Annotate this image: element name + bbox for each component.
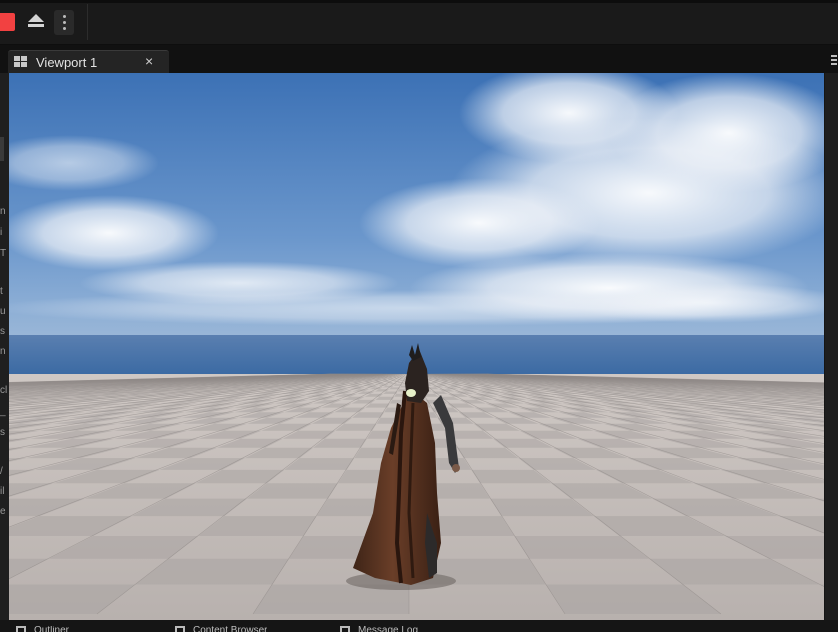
tab-label: Outliner (34, 626, 70, 632)
left-panel-text: n (0, 346, 6, 357)
left-panel-text: u (0, 306, 6, 317)
left-panel-text: e (0, 506, 6, 517)
outliner-icon (16, 626, 26, 632)
stop-icon[interactable] (0, 13, 15, 31)
left-panel-edge: n i T t u s n cl _ s / il e (0, 73, 9, 620)
tab-outliner[interactable]: Outliner (16, 624, 166, 632)
viewport-grid-icon (14, 56, 28, 68)
bottom-tab-bar: Outliner Content Browser Message Log (0, 620, 838, 632)
left-panel-text: T (0, 248, 7, 259)
left-panel-text: i (0, 227, 3, 238)
vertical-ellipsis-icon[interactable] (54, 10, 74, 35)
tab-label: Message Log (358, 626, 419, 632)
tab-viewport-1[interactable]: Viewport 1 × (8, 50, 169, 74)
tab-label: Viewport 1 (36, 55, 98, 70)
viewport-tab-bar: Viewport 1 × (0, 45, 838, 74)
top-toolbar (0, 0, 838, 45)
details-panel-edge (825, 73, 838, 620)
message-log-icon (340, 626, 350, 632)
left-panel-text: n (0, 206, 6, 217)
tab-label: Content Browser (193, 626, 268, 632)
tab-content-browser[interactable]: Content Browser (175, 624, 330, 632)
close-icon[interactable]: × (145, 53, 153, 69)
viewport-scene[interactable] (9, 73, 824, 620)
left-panel-text: il (0, 486, 5, 497)
tab-message-log[interactable]: Message Log (340, 624, 490, 632)
3d-viewport[interactable] (9, 73, 824, 620)
left-panel-text: cl (0, 385, 8, 396)
toolbar-separator (87, 4, 88, 40)
content-browser-icon (175, 626, 185, 632)
left-panel-text: _ (0, 406, 6, 417)
left-panel-button[interactable] (0, 137, 4, 161)
eject-icon[interactable] (24, 12, 48, 32)
left-panel-text: t (0, 286, 3, 297)
left-panel-text: s (0, 326, 5, 337)
toolbar-top-edge (0, 0, 838, 3)
details-panel-icon[interactable] (830, 53, 838, 67)
left-panel-text: s (0, 427, 5, 438)
left-panel-text: / (0, 466, 3, 477)
